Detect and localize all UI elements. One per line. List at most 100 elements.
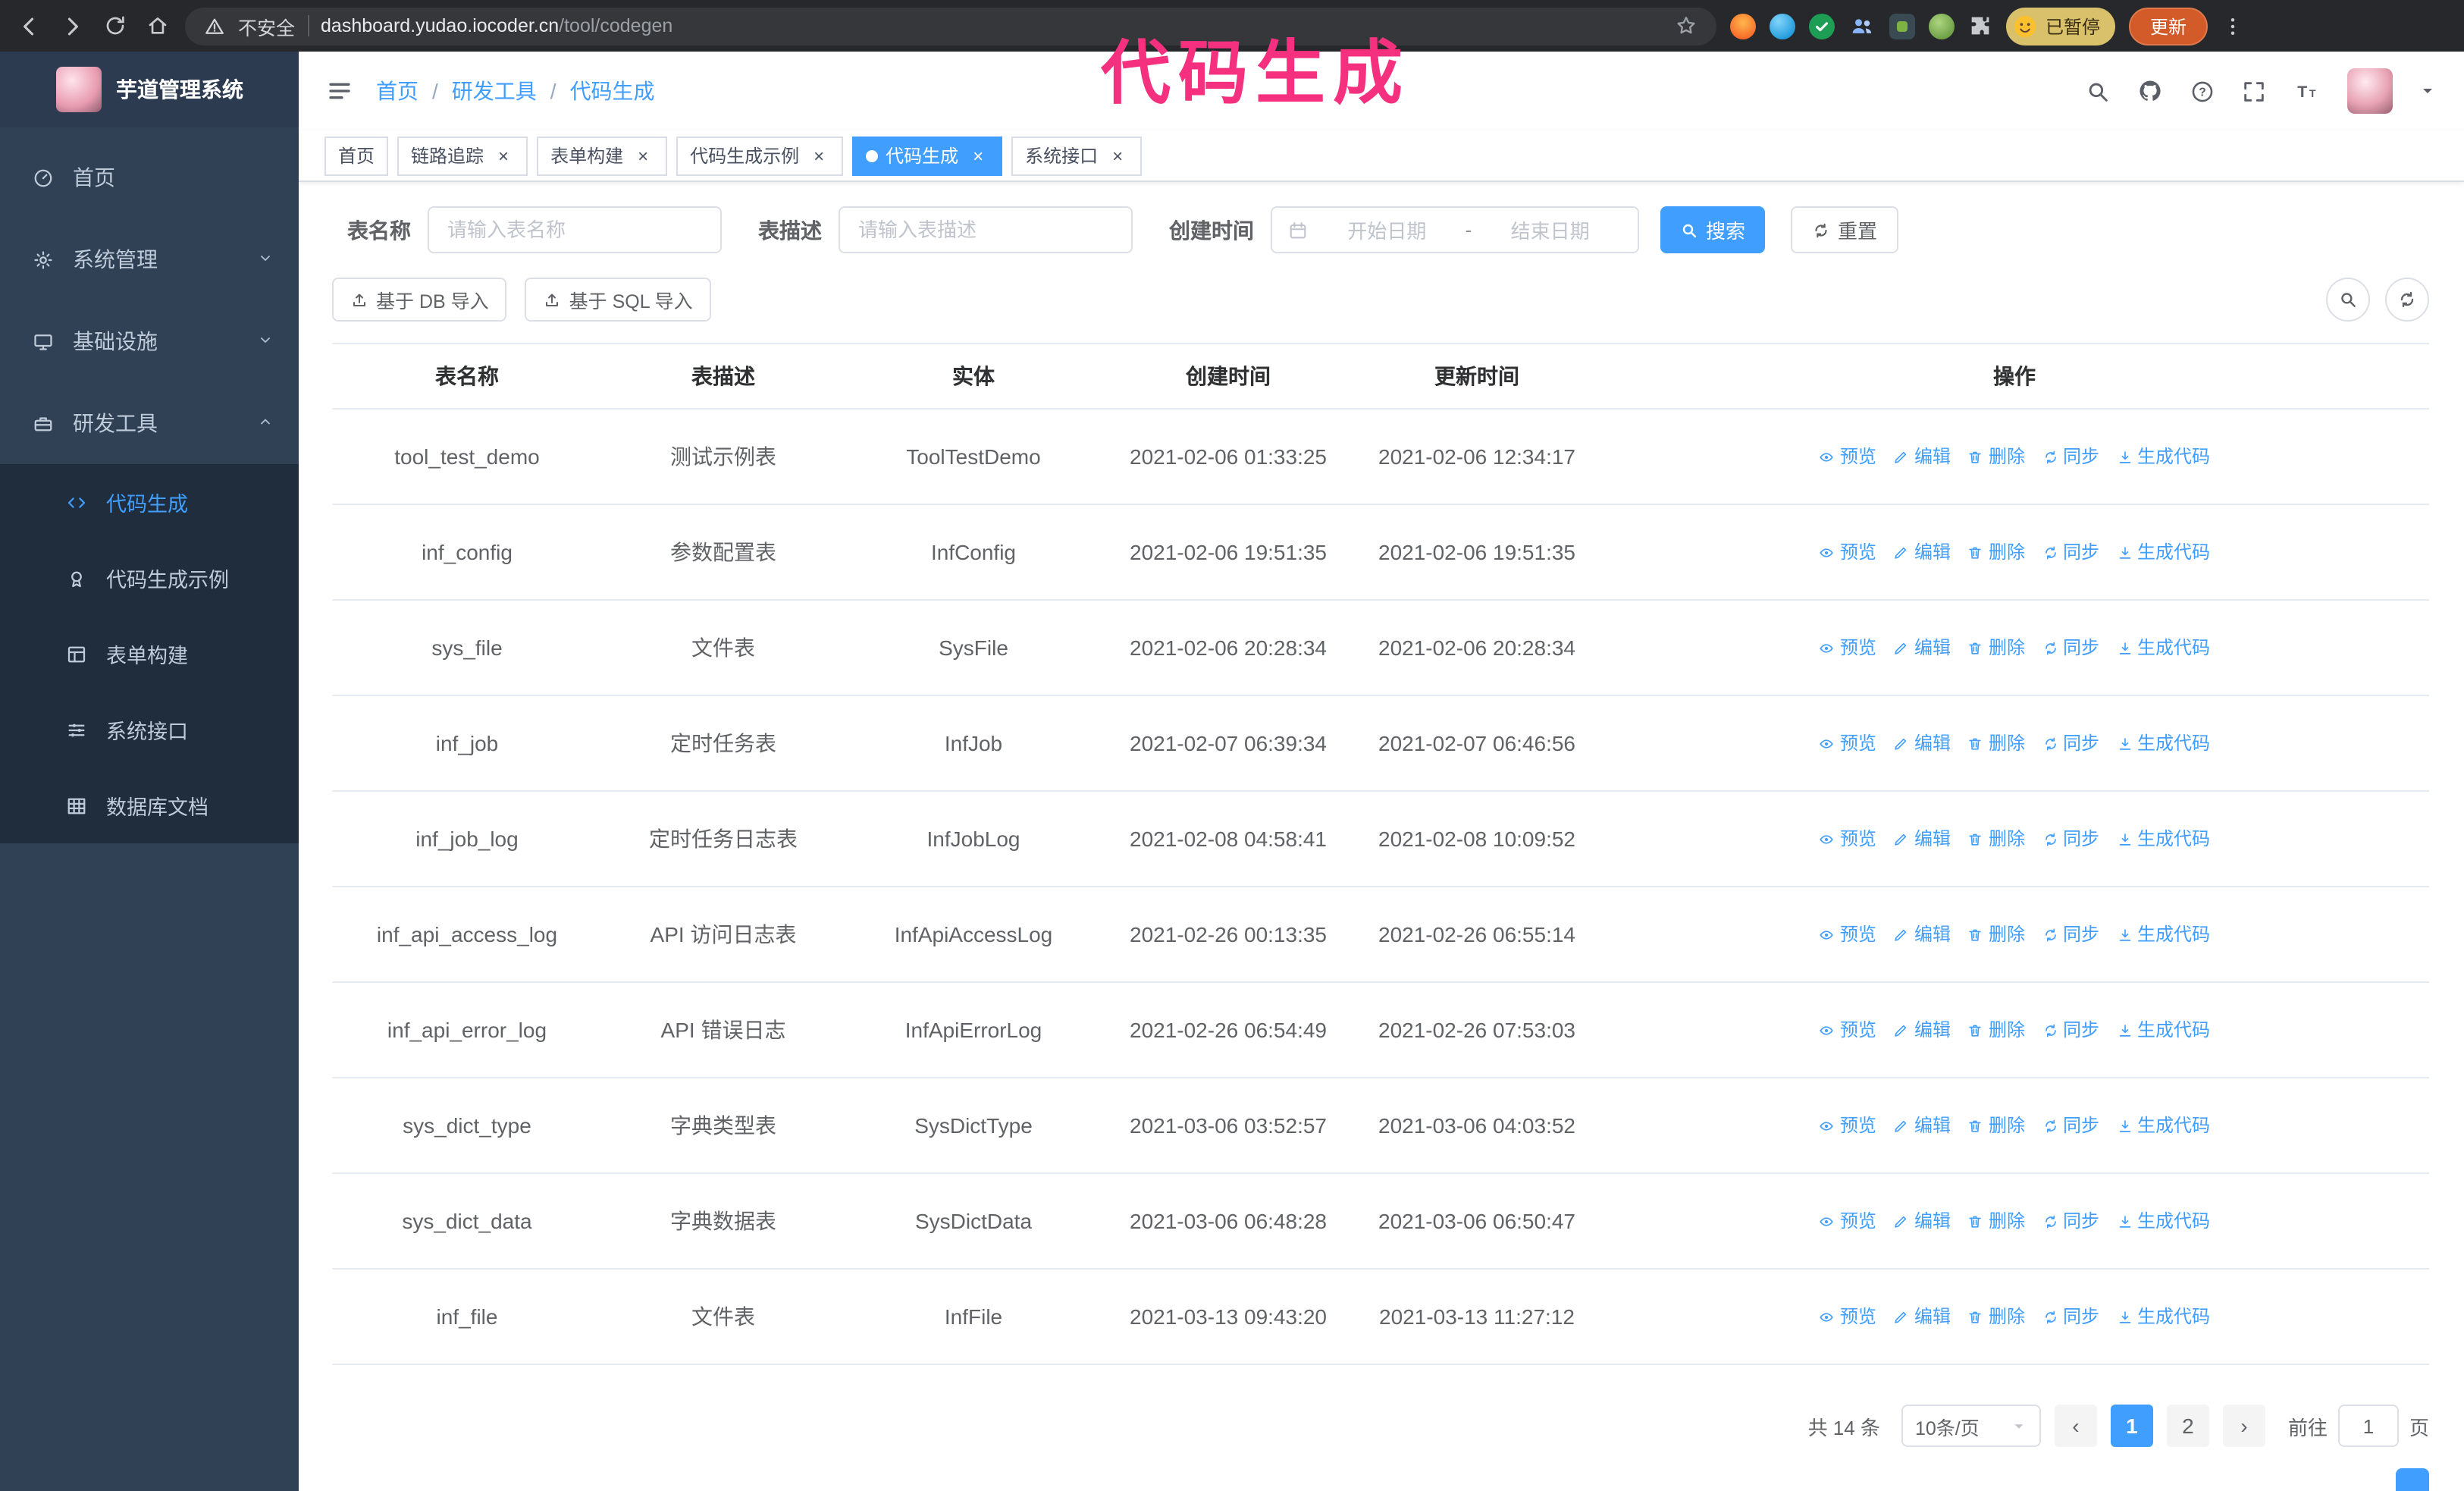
import-db-button[interactable]: 基于 DB 导入 [332, 278, 507, 322]
table-name-input[interactable] [428, 206, 722, 253]
preview-link[interactable]: 预览 [1819, 1110, 1876, 1141]
sync-link[interactable]: 同步 [2042, 441, 2099, 472]
profile-paused-badge[interactable]: 已暂停 [2006, 7, 2116, 45]
delete-link[interactable]: 删除 [1967, 1206, 2025, 1236]
edit-link[interactable]: 编辑 [1893, 824, 1951, 854]
tab-system-api[interactable]: 系统接口 × [1011, 136, 1143, 175]
preview-link[interactable]: 预览 [1819, 632, 1876, 663]
extensions-menu-icon[interactable] [1968, 14, 1992, 38]
generate-link[interactable]: 生成代码 [2116, 824, 2210, 854]
edit-link[interactable]: 编辑 [1893, 1110, 1951, 1141]
close-icon[interactable]: × [808, 145, 829, 166]
hamburger-icon[interactable] [326, 77, 353, 105]
sidebar-item-dev-tools[interactable]: 研发工具 [0, 382, 299, 464]
next-page-button[interactable]: › [2222, 1405, 2265, 1447]
close-icon[interactable]: × [632, 145, 654, 166]
tab-form-builder[interactable]: 表单构建 × [537, 136, 668, 175]
delete-link[interactable]: 删除 [1967, 824, 2025, 854]
edit-link[interactable]: 编辑 [1893, 1015, 1951, 1045]
sync-link[interactable]: 同步 [2042, 1301, 2099, 1332]
generate-link[interactable]: 生成代码 [2116, 1110, 2210, 1141]
people-extension-icon[interactable] [1848, 12, 1876, 39]
generate-link[interactable]: 生成代码 [2116, 1015, 2210, 1045]
github-icon[interactable] [2136, 77, 2164, 105]
breadcrumb-item[interactable]: 研发工具 [452, 76, 537, 106]
delete-link[interactable]: 删除 [1967, 441, 2025, 472]
breadcrumb-item[interactable]: 首页 [376, 76, 419, 106]
leaf-extension-icon[interactable] [1929, 13, 1955, 39]
generate-link[interactable]: 生成代码 [2116, 919, 2210, 950]
delete-link[interactable]: 删除 [1967, 632, 2025, 663]
drop-extension-icon[interactable] [1770, 13, 1795, 39]
sidebar-item-infrastructure[interactable]: 基础设施 [0, 300, 299, 382]
sync-link[interactable]: 同步 [2042, 1206, 2099, 1236]
edit-link[interactable]: 编辑 [1893, 728, 1951, 758]
tab-home[interactable]: 首页 [324, 136, 389, 175]
bookmark-star-icon[interactable] [1674, 14, 1698, 38]
sync-link[interactable]: 同步 [2042, 632, 2099, 663]
address-bar[interactable]: 不安全 dashboard.yudao.iocoder.cn/tool/code… [185, 7, 1716, 45]
sync-link[interactable]: 同步 [2042, 919, 2099, 950]
goto-page-input[interactable] [2337, 1405, 2399, 1447]
forward-icon[interactable] [58, 11, 86, 40]
sync-link[interactable]: 同步 [2042, 1110, 2099, 1141]
page-button-1[interactable]: 1 [2110, 1405, 2153, 1447]
preview-link[interactable]: 预览 [1819, 1015, 1876, 1045]
sync-link[interactable]: 同步 [2042, 537, 2099, 567]
preview-link[interactable]: 预览 [1819, 441, 1876, 472]
search-button[interactable]: 搜索 [1660, 206, 1766, 253]
page-size-select[interactable]: 10条/页 [1901, 1405, 2041, 1447]
preview-link[interactable]: 预览 [1819, 824, 1876, 854]
generate-link[interactable]: 生成代码 [2116, 632, 2210, 663]
help-icon[interactable]: ? [2190, 78, 2215, 104]
shield-extension-icon[interactable] [1889, 13, 1915, 39]
app-logo[interactable]: 芋道管理系统 [0, 52, 299, 127]
edit-link[interactable]: 编辑 [1893, 1206, 1951, 1236]
generate-link[interactable]: 生成代码 [2116, 441, 2210, 472]
preview-link[interactable]: 预览 [1819, 537, 1876, 567]
reset-button[interactable]: 重置 [1791, 206, 1899, 253]
browser-menu-icon[interactable] [2221, 14, 2244, 37]
delete-link[interactable]: 删除 [1967, 919, 2025, 950]
tab-tracing[interactable]: 链路追踪 × [397, 136, 528, 175]
tab-codegen[interactable]: 代码生成 × [852, 136, 1003, 175]
prev-page-button[interactable]: ‹ [2054, 1405, 2097, 1447]
preview-link[interactable]: 预览 [1819, 1206, 1876, 1236]
sidebar-item-db-doc[interactable]: 数据库文档 [0, 767, 299, 843]
sync-link[interactable]: 同步 [2042, 824, 2099, 854]
preview-link[interactable]: 预览 [1819, 728, 1876, 758]
caret-down-icon[interactable] [2419, 82, 2437, 100]
delete-link[interactable]: 删除 [1967, 1301, 2025, 1332]
sidebar-item-system-api[interactable]: 系统接口 [0, 692, 299, 767]
check-extension-icon[interactable] [1809, 13, 1835, 39]
table-desc-input[interactable] [839, 206, 1133, 253]
sidebar-item-codegen-example[interactable]: 代码生成示例 [0, 540, 299, 616]
close-icon[interactable]: × [493, 145, 514, 166]
edit-link[interactable]: 编辑 [1893, 1301, 1951, 1332]
preview-link[interactable]: 预览 [1819, 1301, 1876, 1332]
sidebar-item-system-management[interactable]: 系统管理 [0, 218, 299, 300]
sync-link[interactable]: 同步 [2042, 728, 2099, 758]
close-icon[interactable]: × [1107, 145, 1128, 166]
close-icon[interactable]: × [967, 145, 989, 166]
delete-link[interactable]: 删除 [1967, 1110, 2025, 1141]
delete-link[interactable]: 删除 [1967, 728, 2025, 758]
edit-link[interactable]: 编辑 [1893, 919, 1951, 950]
sidebar-item-home[interactable]: 首页 [0, 137, 299, 218]
generate-link[interactable]: 生成代码 [2116, 537, 2210, 567]
generate-link[interactable]: 生成代码 [2116, 728, 2210, 758]
back-icon[interactable] [15, 11, 44, 40]
home-icon[interactable] [143, 11, 171, 40]
edit-link[interactable]: 编辑 [1893, 632, 1951, 663]
edit-link[interactable]: 编辑 [1893, 441, 1951, 472]
preview-link[interactable]: 预览 [1819, 919, 1876, 950]
flame-extension-icon[interactable] [1730, 13, 1756, 39]
search-icon[interactable] [2085, 78, 2111, 104]
user-avatar[interactable] [2347, 68, 2393, 114]
not-secure-warning-icon[interactable] [203, 14, 226, 37]
edit-link[interactable]: 编辑 [1893, 537, 1951, 567]
font-size-icon[interactable]: TT [2293, 78, 2321, 104]
refresh-table-button[interactable] [2385, 278, 2429, 322]
import-sql-button[interactable]: 基于 SQL 导入 [525, 278, 711, 322]
generate-link[interactable]: 生成代码 [2116, 1206, 2210, 1236]
